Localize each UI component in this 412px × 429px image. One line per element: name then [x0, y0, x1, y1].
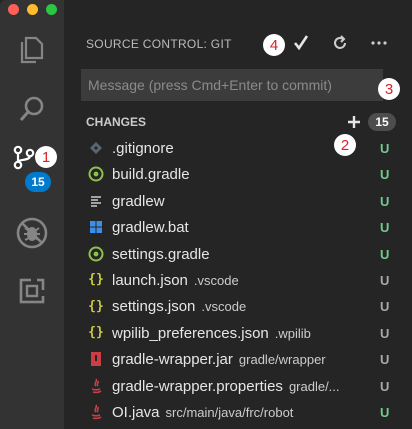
json-icon: {}	[88, 298, 104, 314]
file-name-text: wpilib_preferences.json	[112, 324, 269, 342]
file-directory: .vscode	[201, 299, 247, 315]
file-row[interactable]: gradle-wrapper.properties gradle/... U	[64, 373, 412, 399]
files-icon	[20, 36, 44, 64]
more-actions-button[interactable]	[366, 30, 392, 56]
file-row[interactable]: {} launch.json .vscode U	[64, 267, 412, 293]
file-row[interactable]: {} wpilib_preferences.json .wpilib U	[64, 320, 412, 346]
no-bug-icon	[16, 217, 48, 249]
checkmark-icon	[293, 35, 309, 51]
vscode-window: 15 SOURCE CONTROL: GIT Message (press Cm…	[0, 0, 412, 429]
file-row[interactable]: OI.java src/main/java/frc/robot U	[64, 399, 412, 425]
gradle-icon	[88, 246, 104, 262]
callout-marker: 4	[263, 34, 285, 56]
zoom-window-button[interactable]	[46, 4, 57, 15]
file-name: settings.json .vscode	[112, 298, 246, 315]
git-icon	[88, 140, 104, 156]
file-name-text: .gitignore	[112, 140, 174, 157]
jar-icon	[88, 351, 104, 367]
callout-marker: 1	[35, 146, 57, 168]
file-name-text: gradle-wrapper.jar	[112, 351, 233, 369]
file-status-untracked: U	[380, 325, 390, 341]
file-name-text: OI.java	[112, 403, 160, 421]
changes-header[interactable]: CHANGES 15	[64, 111, 412, 133]
java-icon	[88, 404, 104, 420]
stage-all-button[interactable]	[344, 112, 364, 132]
file-name-text: settings.json	[112, 298, 196, 316]
file-directory: .vscode	[193, 272, 239, 288]
file-name-text: gradlew	[112, 192, 165, 210]
gradle-icon	[88, 166, 104, 182]
close-window-button[interactable]	[8, 4, 19, 15]
java-icon	[88, 378, 104, 394]
file-status-untracked: U	[380, 352, 390, 368]
activity-bar: 15	[0, 0, 64, 429]
file-name-text: build.gradle	[112, 166, 190, 184]
activity-explorer[interactable]	[0, 24, 64, 74]
minimize-window-button[interactable]	[27, 4, 38, 15]
file-name-text: launch.json	[112, 271, 188, 289]
activity-extensions[interactable]	[0, 266, 64, 316]
file-name: gradle-wrapper.jar gradle/wrapper	[112, 351, 326, 368]
refresh-button[interactable]	[327, 30, 353, 56]
file-row[interactable]: build.gradle U	[64, 161, 412, 187]
file-row[interactable]: gradle-wrapper.jar gradle/wrapper U	[64, 346, 412, 372]
refresh-icon	[334, 35, 346, 49]
file-name: build.gradle	[112, 166, 190, 183]
file-name: launch.json .vscode	[112, 272, 239, 289]
file-row[interactable]: gradlew U	[64, 188, 412, 214]
ellipsis-icon	[371, 41, 387, 45]
file-directory: .wpilib	[274, 325, 311, 341]
file-name: OI.java src/main/java/frc/robot	[112, 404, 293, 421]
file-status-untracked: U	[380, 299, 390, 315]
callout-marker: 3	[378, 78, 400, 100]
file-directory: gradle/wrapper	[238, 352, 326, 368]
activity-search[interactable]	[0, 84, 64, 134]
source-control-badge: 15	[25, 172, 51, 192]
file-directory: src/main/java/frc/robot	[165, 404, 294, 420]
file-status-untracked: U	[380, 193, 390, 209]
file-row[interactable]: .gitignore U	[64, 135, 412, 161]
file-status-untracked: U	[380, 246, 390, 262]
file-name: wpilib_preferences.json .wpilib	[112, 325, 311, 342]
text-file-icon	[88, 193, 104, 209]
file-directory: gradle/...	[288, 378, 340, 394]
file-name: gradlew.bat	[112, 219, 189, 236]
json-icon: {}	[88, 325, 104, 341]
search-icon	[19, 96, 44, 121]
file-row[interactable]: {} settings.json .vscode U	[64, 293, 412, 319]
file-status-untracked: U	[380, 141, 390, 156]
extensions-icon	[19, 278, 45, 304]
callout-marker: 2	[334, 134, 356, 156]
file-name: settings.gradle	[112, 246, 210, 263]
activity-debug[interactable]	[0, 208, 64, 258]
commit-message-input[interactable]: Message (press Cmd+Enter to commit)	[81, 69, 383, 101]
plus-icon	[348, 116, 360, 128]
json-icon: {}	[88, 272, 104, 288]
file-status-untracked: U	[380, 378, 390, 394]
windows-icon	[88, 219, 104, 235]
file-name-text: gradlew.bat	[112, 219, 189, 237]
file-name: gradlew	[112, 193, 165, 210]
file-name-text: settings.gradle	[112, 245, 210, 263]
window-controls	[8, 4, 57, 15]
file-status-untracked: U	[380, 220, 390, 236]
file-status-untracked: U	[380, 272, 390, 288]
file-name: gradle-wrapper.properties gradle/...	[112, 378, 340, 395]
file-status-untracked: U	[380, 404, 390, 420]
file-status-untracked: U	[380, 167, 390, 183]
changes-file-list: .gitignore Ubuild.gradle Ugradlew Ugradlew.…	[64, 135, 412, 425]
file-name: .gitignore	[112, 140, 174, 157]
file-name-text: gradle-wrapper.properties	[112, 377, 283, 395]
changes-count-badge: 15	[368, 113, 396, 131]
file-row[interactable]: settings.gradle U	[64, 241, 412, 267]
changes-label: CHANGES	[86, 115, 147, 129]
panel-title: SOURCE CONTROL: GIT	[86, 37, 232, 51]
file-row[interactable]: gradlew.bat U	[64, 214, 412, 240]
commit-button[interactable]	[288, 30, 314, 56]
